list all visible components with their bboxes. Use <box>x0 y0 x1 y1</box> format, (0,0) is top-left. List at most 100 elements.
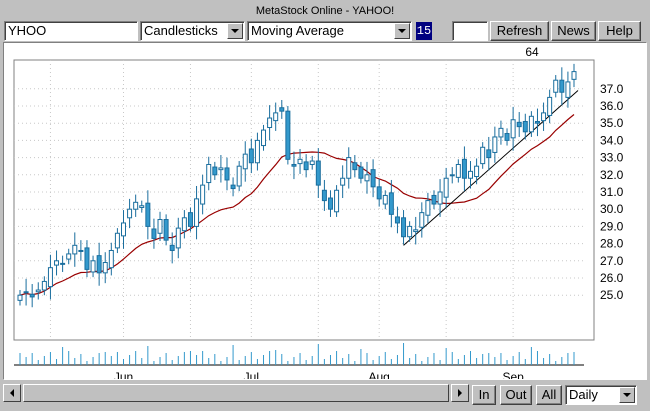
y-tick-label: 33.0 <box>600 151 624 165</box>
symbol-input[interactable]: YHOO <box>4 21 138 41</box>
scroll-thumb[interactable] <box>23 384 449 402</box>
candle-body <box>187 212 193 227</box>
candle-body <box>486 149 492 159</box>
y-tick-label: 32.0 <box>600 168 624 182</box>
candle-body <box>382 194 388 205</box>
chart-style-dropdown-button[interactable] <box>227 23 243 39</box>
candle-body <box>547 96 553 116</box>
y-tick-label: 26.0 <box>600 271 624 285</box>
candle-body <box>413 229 419 233</box>
candle-body <box>309 160 315 165</box>
y-tick-label: 35.0 <box>600 116 624 130</box>
scroll-right-button[interactable] <box>451 384 469 402</box>
candle-body <box>90 260 96 273</box>
indicator-dropdown-button[interactable] <box>394 23 410 39</box>
candle-body <box>29 293 35 298</box>
candle-body <box>96 255 102 274</box>
y-tick-label: 31.0 <box>600 185 624 199</box>
chart-style-select[interactable]: Candlesticks <box>140 21 245 41</box>
candle-body <box>127 208 133 219</box>
indicator-value: Moving Average <box>251 23 344 38</box>
candlestick-chart: 25.0 26.0 27.0 28.0 29.0 30.0 31.0 32.0 33.0 34.0… <box>13 45 624 384</box>
candle-body <box>279 107 285 112</box>
indicator-select[interactable]: Moving Average <box>247 21 412 41</box>
candle-body <box>425 200 431 216</box>
y-tick-label: 36.0 <box>600 99 624 113</box>
candle-body <box>66 253 72 260</box>
symbol-value: YHOO <box>8 23 47 38</box>
candle-body <box>72 244 78 255</box>
candle-body <box>364 174 370 182</box>
candle-body <box>248 148 254 164</box>
candle-body <box>297 158 303 165</box>
candle-body <box>541 112 547 122</box>
zoom-out-button[interactable]: Out <box>500 385 532 405</box>
help-button[interactable]: Help <box>598 21 641 41</box>
candle-body <box>480 146 486 165</box>
interval-dropdown-button[interactable] <box>619 387 635 403</box>
x-tick-label: Aug <box>369 370 390 379</box>
y-tick-label: 34.0 <box>600 133 624 147</box>
candle-body <box>41 280 47 291</box>
candle-body <box>498 127 504 138</box>
candle-body <box>510 119 516 139</box>
candle-body <box>108 249 114 269</box>
candle-body <box>352 162 358 171</box>
show-all-button[interactable]: All <box>536 385 562 405</box>
candle-body <box>468 170 474 179</box>
candle-body <box>114 232 120 249</box>
candle-body <box>236 165 242 187</box>
candle-body <box>254 139 260 164</box>
chart-style-value: Candlesticks <box>144 23 218 38</box>
candle-body <box>60 262 66 265</box>
candle-body <box>139 205 145 208</box>
candle-body <box>206 163 212 184</box>
candle-body <box>145 202 151 227</box>
candle-body <box>321 189 327 202</box>
news-button[interactable]: News <box>551 21 596 41</box>
y-tick-label: 25.0 <box>600 288 624 302</box>
candle-body <box>242 153 248 170</box>
candle-body <box>431 194 437 205</box>
candle-body <box>474 165 480 178</box>
candle-body <box>291 163 297 167</box>
candle-body <box>181 217 187 232</box>
window-title: MetaStock Online - YAHOO! <box>255 5 395 17</box>
candle-body <box>151 228 157 239</box>
extra-value-input[interactable] <box>452 21 488 41</box>
zoom-in-button[interactable]: In <box>472 385 496 405</box>
period-input[interactable]: 15 <box>416 22 432 40</box>
candle-body <box>200 184 206 205</box>
candle-body <box>437 191 443 205</box>
y-tick-label: 28.0 <box>600 237 624 251</box>
interval-select[interactable]: Daily <box>565 385 637 405</box>
y-tick-label: 37.0 <box>600 82 624 96</box>
scroll-left-button[interactable] <box>3 384 21 402</box>
candle-body <box>370 169 376 188</box>
horizontal-scrollbar[interactable] <box>3 384 471 406</box>
x-tick-label: Sep <box>502 370 524 379</box>
candle-body <box>461 158 467 179</box>
y-tick-label: 27.0 <box>600 254 624 268</box>
candle-body <box>315 160 321 186</box>
candle-body <box>120 222 126 237</box>
candle-body <box>163 219 169 241</box>
chart-area[interactable]: 25.0 26.0 27.0 28.0 29.0 30.0 31.0 32.0 33.0 34.0… <box>3 42 647 384</box>
interval-value: Daily <box>569 387 598 402</box>
candle-body <box>401 217 407 238</box>
candle-body <box>528 115 534 133</box>
candle-body <box>492 136 498 153</box>
candle-body <box>212 166 218 176</box>
refresh-button[interactable]: Refresh <box>490 21 549 41</box>
candle-body <box>559 79 565 93</box>
candle-body <box>407 225 413 238</box>
candle-body <box>224 167 230 181</box>
candle-body <box>522 120 528 133</box>
candle-body <box>17 294 23 301</box>
candle-body <box>78 249 84 252</box>
candle-body <box>449 174 455 177</box>
candle-body <box>394 216 400 224</box>
y-tick-label: 29.0 <box>600 219 624 233</box>
candle-body <box>194 198 200 227</box>
candle-body <box>571 71 577 80</box>
